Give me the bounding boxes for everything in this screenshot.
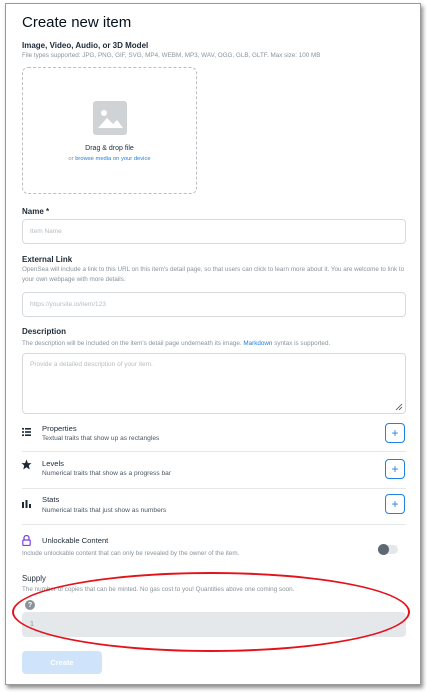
unlockable-help: Include unlockable content that can only… xyxy=(22,550,240,557)
list-icon xyxy=(22,423,31,441)
unlockable-toggle[interactable] xyxy=(378,544,398,555)
divider xyxy=(22,524,406,525)
properties-subtitle: Textual traits that show up as rectangle… xyxy=(42,435,160,442)
divider xyxy=(22,488,406,489)
create-item-window: Create new item Image, Video, Audio, or … xyxy=(5,3,421,685)
external-link-placeholder: https://yoursite.io/item/123 xyxy=(30,301,106,308)
external-link-input[interactable]: https://yoursite.io/item/123 xyxy=(22,292,406,317)
supply-label: Supply xyxy=(22,574,46,583)
divider xyxy=(22,451,406,452)
toggle-knob xyxy=(378,544,389,555)
page-title: Create new item xyxy=(22,14,132,31)
description-textarea[interactable]: Provide a detailed description of your i… xyxy=(22,353,406,414)
stats-subtitle: Numerical traits that just show as numbe… xyxy=(42,507,167,514)
add-properties-button[interactable]: + xyxy=(385,423,405,443)
drag-drop-subtext: or browse media on your device xyxy=(23,156,196,162)
media-label: Image, Video, Audio, or 3D Model xyxy=(22,41,149,50)
levels-subtitle: Numerical traits that show as a progress… xyxy=(42,470,171,477)
description-placeholder: Provide a detailed description of your i… xyxy=(30,361,153,368)
name-input[interactable]: Item Name xyxy=(22,219,406,244)
create-button[interactable]: Create xyxy=(22,651,102,674)
star-icon xyxy=(21,457,32,475)
annotation-ellipse xyxy=(12,572,410,652)
external-link-label: External Link xyxy=(22,255,73,264)
resize-handle-icon[interactable] xyxy=(395,403,403,411)
markdown-link[interactable]: Markdown xyxy=(243,340,272,347)
image-placeholder-icon xyxy=(93,101,127,135)
name-label: Name * xyxy=(22,207,50,216)
name-placeholder: Item Name xyxy=(30,228,62,235)
description-label: Description xyxy=(22,327,67,336)
description-help: The description will be included on the … xyxy=(22,339,412,349)
media-dropzone[interactable]: Drag & drop file or browse media on your… xyxy=(22,67,197,194)
description-help-text: The description will be included on the … xyxy=(22,340,242,347)
unlockable-title: Unlockable Content xyxy=(42,536,109,545)
properties-title: Properties xyxy=(42,424,77,433)
browse-media-link[interactable]: browse media on your device xyxy=(75,156,150,162)
bar-chart-icon xyxy=(22,495,31,513)
description-help-suffix: syntax is supported. xyxy=(274,340,331,347)
drag-prefix: or xyxy=(68,156,74,162)
levels-title: Levels xyxy=(42,459,64,468)
external-link-help: OpenSea will include a link to this URL … xyxy=(22,266,405,283)
drag-drop-title: Drag & drop file xyxy=(85,145,134,152)
add-stats-button[interactable]: + xyxy=(385,494,405,514)
stats-title: Stats xyxy=(42,495,60,504)
add-levels-button[interactable]: + xyxy=(385,459,405,479)
media-file-types: File types supported: JPG, PNG, GIF, SVG… xyxy=(22,52,321,59)
